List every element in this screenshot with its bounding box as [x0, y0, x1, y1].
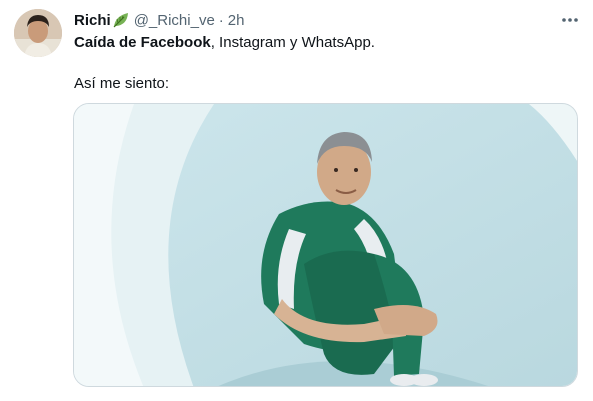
avatar-image — [14, 9, 62, 57]
tweet-text-line1: Caída de Facebook, Instagram y WhatsApp. — [74, 33, 375, 53]
separator-dot: · — [218, 11, 224, 29]
tweet-header: Richi @_Richi_ve · 2h — [74, 10, 244, 30]
tweet-media-image[interactable] — [73, 103, 578, 387]
author-handle[interactable]: @_Richi_ve — [134, 12, 215, 29]
tweet-card[interactable]: Richi @_Richi_ve · 2h Caída de Facebook,… — [0, 0, 593, 401]
tweet-timestamp[interactable]: 2h — [228, 12, 245, 29]
meme-photo — [74, 104, 577, 386]
more-dots-icon[interactable] — [558, 8, 582, 32]
author-name[interactable]: Richi — [74, 12, 111, 29]
tweet-text-line2: Así me siento: — [74, 75, 170, 92]
leaf-icon — [112, 11, 130, 29]
avatar[interactable] — [14, 9, 62, 57]
tweet-text-bold: Caída de Facebook — [74, 34, 211, 51]
tweet-text-rest: , Instagram y WhatsApp. — [210, 34, 375, 51]
